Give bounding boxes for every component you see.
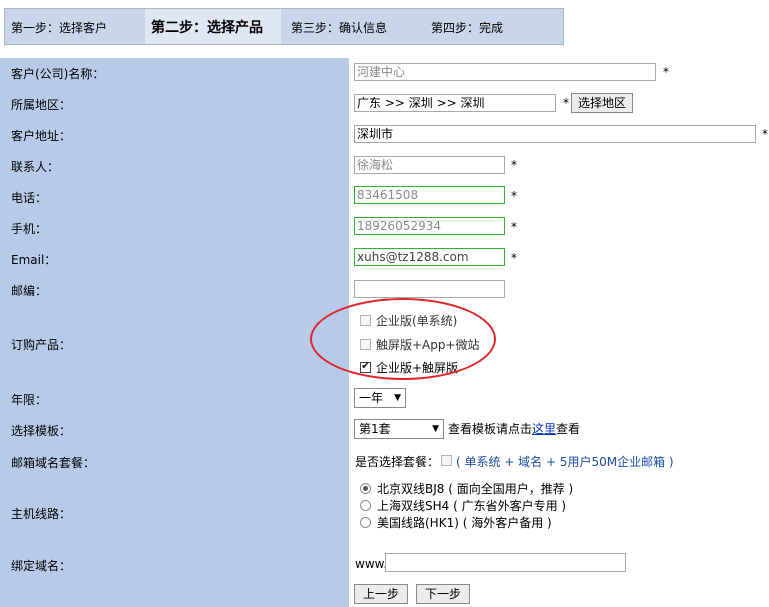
host-line-label: 主机线路： — [11, 507, 72, 521]
host-line-label-sh4: 上海双线SH4 ( 广东省外客户专用 ) — [377, 499, 567, 513]
chevron-down-icon: ▼ — [394, 393, 401, 403]
region-label: 所属地区： — [11, 98, 72, 112]
step-4: 第四步：完成 — [431, 21, 504, 35]
mail-package-label: 邮箱域名套餐： — [11, 456, 96, 470]
step-1: 第一步：选择客户 — [11, 21, 108, 35]
phone-label: 电话： — [11, 191, 48, 205]
mail-package-checkbox[interactable] — [441, 455, 452, 466]
required-mark: * — [511, 220, 517, 234]
years-select[interactable]: 一年 ▼ — [354, 388, 406, 408]
step-3: 第三步：确认信息 — [291, 21, 388, 35]
products-label: 订购产品： — [11, 338, 72, 352]
domain-label: 绑定域名： — [11, 559, 72, 573]
template-label: 选择模板： — [11, 424, 72, 438]
phone-field[interactable]: 83461508 — [354, 186, 505, 204]
company-label: 客户(公司)名称： — [11, 67, 105, 81]
template-hint-text: 查看模板请点击 — [448, 422, 533, 436]
company-field[interactable]: 河建中心 — [354, 63, 656, 81]
email-label: Email： — [11, 253, 57, 267]
required-mark: * — [663, 65, 669, 79]
host-line-radio-hk1[interactable] — [360, 517, 371, 528]
mobile-field[interactable]: 18926052934 — [354, 217, 505, 235]
required-mark: * — [762, 127, 768, 141]
template-hint-suffix: 查看 — [556, 422, 581, 436]
contact-label: 联系人： — [11, 160, 60, 174]
host-line-radio-bj8[interactable] — [360, 483, 371, 494]
contact-field[interactable]: 徐海松 — [354, 156, 505, 174]
postcode-field[interactable] — [354, 280, 505, 298]
host-line-label-hk1: 美国线路(HK1) ( 海外客户备用 ) — [377, 516, 552, 530]
host-line-label-bj8: 北京双线BJ8 ( 面向全国用户，推荐 ) — [377, 482, 574, 496]
years-value: 一年 — [359, 391, 384, 405]
region-field[interactable]: 广东 >> 深圳 >> 深圳 — [354, 94, 556, 112]
template-value: 第1套 — [359, 422, 391, 436]
highlight-circle — [310, 298, 496, 380]
required-mark: * — [511, 158, 517, 172]
template-hint: 查看模板请点击这里查看 — [448, 420, 580, 437]
domain-prefix: www. — [355, 557, 388, 571]
required-mark: * — [563, 96, 569, 110]
years-label: 年限： — [11, 393, 48, 407]
required-mark: * — [511, 189, 517, 203]
prev-step-button[interactable]: 上一步 — [354, 584, 408, 604]
host-line-radio-sh4[interactable] — [360, 500, 371, 511]
chevron-down-icon: ▼ — [432, 424, 439, 434]
step-2-active: 第二步：选择产品 — [151, 20, 263, 36]
required-mark: * — [511, 251, 517, 265]
mail-package-question: 是否选择套餐： — [355, 455, 440, 469]
address-label: 客户地址： — [11, 129, 72, 143]
email-field[interactable]: xuhs@tz1288.com — [354, 248, 505, 266]
template-preview-link[interactable]: 这里 — [532, 422, 556, 436]
domain-field[interactable] — [385, 553, 626, 572]
select-region-button[interactable]: 选择地区 — [571, 93, 634, 113]
step-bar: 第一步：选择客户 第二步：选择产品 第三步：确认信息 第四步：完成 — [4, 8, 564, 45]
address-field[interactable]: 深圳市 — [354, 125, 756, 143]
template-select[interactable]: 第1套 ▼ — [354, 419, 444, 439]
mail-package-description: ( 单系统 + 域名 + 5用户50M企业邮箱 ) — [456, 455, 674, 469]
next-step-button[interactable]: 下一步 — [416, 584, 470, 604]
mobile-label: 手机： — [11, 222, 48, 236]
postcode-label: 邮编： — [11, 284, 48, 298]
